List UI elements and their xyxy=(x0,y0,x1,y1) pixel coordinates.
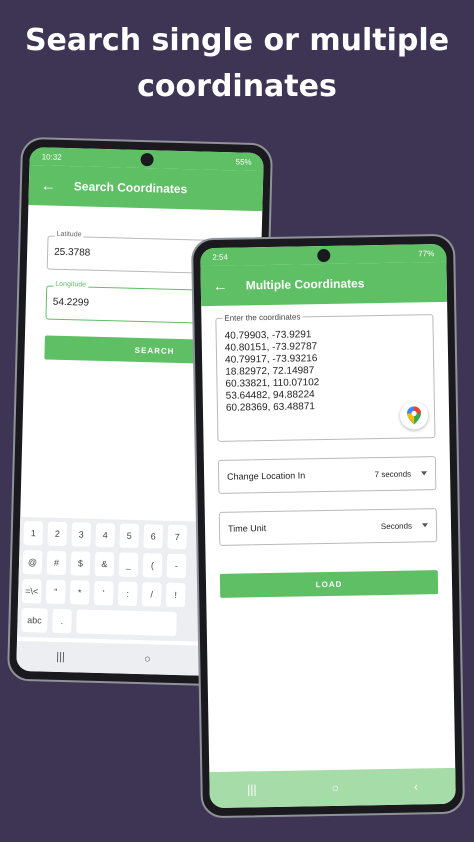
key[interactable]: ' xyxy=(93,580,114,606)
load-button[interactable]: LOAD xyxy=(219,570,439,598)
status-time: 10:32 xyxy=(41,151,62,162)
change-location-label: Change Location In xyxy=(227,470,306,482)
headline-line-2: coordinates xyxy=(137,69,337,104)
key[interactable]: ! xyxy=(165,582,186,608)
back-arrow-icon[interactable]: ← xyxy=(41,177,56,194)
app-bar: ← Multiple Coordinates xyxy=(200,261,448,307)
change-location-select[interactable]: Change Location In 7 seconds xyxy=(217,456,437,494)
abc-key[interactable]: abc xyxy=(21,607,48,633)
status-battery: 77% xyxy=(418,248,435,258)
key[interactable]: * xyxy=(69,580,90,605)
coordinates-textarea[interactable]: Enter the coordinates 40.79903, -73.9291… xyxy=(215,311,436,442)
dot-key[interactable]: . xyxy=(52,608,72,634)
status-battery: 55% xyxy=(235,156,252,167)
key[interactable]: @ xyxy=(22,549,43,575)
coordinates-label: Enter the coordinates xyxy=(222,311,303,325)
key[interactable]: 5 xyxy=(119,523,140,549)
dropdown-caret-icon xyxy=(421,471,428,476)
recents-icon[interactable]: ||| xyxy=(247,782,257,796)
maps-pin-icon[interactable] xyxy=(399,401,429,430)
back-arrow-icon[interactable]: ← xyxy=(213,277,228,294)
status-time: 2:54 xyxy=(212,252,228,262)
phone-multiple-coordinates: 2:54 77% ← Multiple Coordinates Enter th… xyxy=(190,233,466,819)
headline-line-1: Search single or multiple xyxy=(24,23,450,58)
back-icon[interactable]: ‹ xyxy=(414,779,418,793)
key[interactable]: 7 xyxy=(167,524,188,550)
change-location-value: 7 seconds xyxy=(374,469,412,479)
key[interactable]: 1 xyxy=(23,521,44,546)
key[interactable]: " xyxy=(45,579,66,605)
key[interactable]: 2 xyxy=(47,521,68,547)
key[interactable]: _ xyxy=(118,552,139,577)
key[interactable]: $ xyxy=(70,551,91,576)
key[interactable]: ( xyxy=(142,553,163,578)
longitude-label: Longitude xyxy=(53,280,89,289)
navigation-bar: ||| ○ ‹ xyxy=(209,767,456,809)
key[interactable]: 3 xyxy=(71,522,92,547)
time-unit-value: Seconds xyxy=(380,521,413,531)
app-bar-title: Multiple Coordinates xyxy=(245,276,365,293)
phone2-screen: 2:54 77% ← Multiple Coordinates Enter th… xyxy=(200,243,456,809)
key[interactable]: - xyxy=(166,553,187,579)
key[interactable]: 4 xyxy=(95,522,116,548)
longitude-value: 54.2299 xyxy=(52,296,90,309)
headline: Search single or multiple coordinates xyxy=(0,18,474,110)
time-unit-select[interactable]: Time Unit Seconds xyxy=(218,508,438,546)
home-icon[interactable]: ○ xyxy=(331,781,338,795)
app-bar: ← Search Coordinates xyxy=(28,165,264,212)
app-bar-title: Search Coordinates xyxy=(73,179,188,197)
dropdown-caret-icon xyxy=(421,523,429,528)
key[interactable]: 6 xyxy=(143,524,164,549)
space-key[interactable] xyxy=(76,609,177,637)
key[interactable]: : xyxy=(117,581,138,606)
key[interactable]: / xyxy=(141,582,162,607)
latitude-label: Latitude xyxy=(54,230,84,239)
coordinate-line: 60.28369, 63.48871 xyxy=(225,401,315,414)
time-unit-label: Time Unit xyxy=(227,523,267,534)
home-icon[interactable]: ○ xyxy=(144,653,151,665)
key[interactable]: # xyxy=(46,550,67,576)
recents-icon[interactable]: ||| xyxy=(56,651,65,663)
key[interactable]: & xyxy=(94,551,115,577)
key[interactable]: =\< xyxy=(21,578,42,604)
latitude-value: 25.3788 xyxy=(54,246,91,259)
